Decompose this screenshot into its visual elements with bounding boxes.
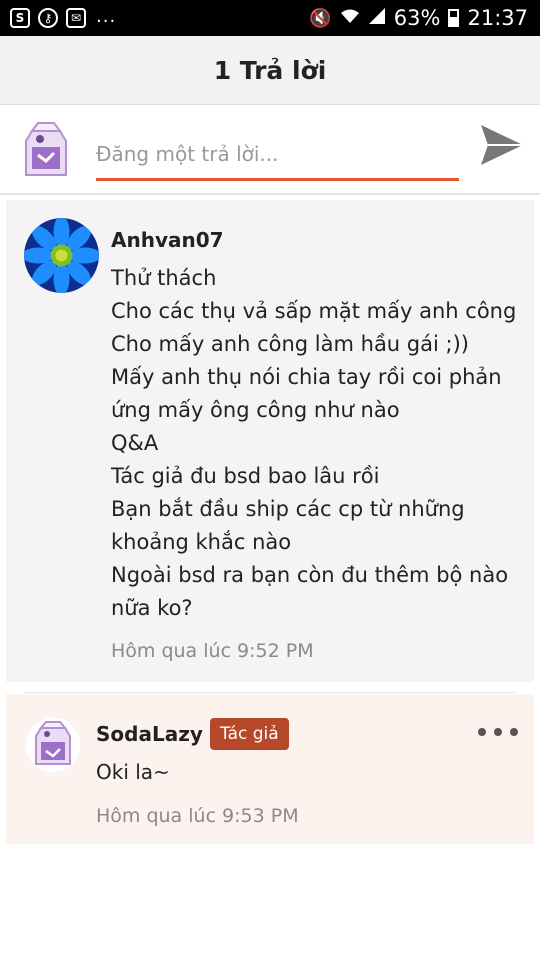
more-dot-icon — [494, 728, 502, 736]
comment-line: Mấy anh thụ nói chia tay rồi coi phản ứn… — [111, 365, 502, 422]
mail-icon: ✉ — [66, 8, 86, 28]
user-avatar — [22, 121, 70, 179]
comment-author[interactable]: Anhvan07 — [111, 228, 224, 252]
send-icon — [481, 125, 523, 165]
comment-line: Cho mấy anh công làm hầu gái ;)) — [111, 332, 469, 356]
send-button[interactable] — [478, 122, 526, 168]
mute-icon: 🔇 — [309, 7, 332, 29]
more-dot-icon — [478, 728, 486, 736]
reply-composer — [0, 105, 540, 195]
header: 1 Trả lời — [0, 36, 540, 105]
comment-timestamp: Hôm qua lúc 9:53 PM — [96, 805, 299, 827]
comment-line: Thử thách — [111, 266, 217, 290]
more-dot-icon — [510, 728, 518, 736]
more-notifications: ... — [96, 5, 117, 27]
reply-input[interactable] — [96, 129, 459, 181]
divider — [24, 692, 516, 693]
comment-body: Thử thách Cho các thụ vả sấp mặt mấy anh… — [111, 262, 521, 625]
page-title: 1 Trả lời — [213, 55, 327, 85]
comment-body: Oki la~ — [96, 760, 170, 784]
signal-icon — [368, 7, 386, 30]
author-badge: Tác giả — [210, 718, 289, 750]
status-bar: S ⚷ ✉ ... 🔇 63% 21:37 — [0, 0, 540, 36]
comment-line: Bạn bắt đầu ship các cp từ những khoảng … — [111, 497, 465, 554]
comment-line: Q&A — [111, 431, 159, 455]
comment-author[interactable]: SodaLazy — [96, 722, 203, 746]
comment-line: Ngoài bsd ra bạn còn đu thêm bộ nào nữa … — [111, 563, 509, 620]
battery-percent: 63% — [393, 6, 441, 30]
clock: 21:37 — [467, 6, 528, 30]
wifi-icon — [340, 7, 360, 30]
comment-timestamp: Hôm qua lúc 9:52 PM — [111, 640, 314, 662]
comment-line: Cho các thụ vả sấp mặt mấy anh công — [111, 299, 517, 323]
comment-item-author: SodaLazy Tác giả Oki la~ Hôm qua lúc 9:5… — [6, 694, 534, 844]
more-options-button[interactable] — [478, 722, 518, 742]
key-icon: ⚷ — [38, 8, 58, 28]
skype-icon: S — [10, 8, 30, 28]
comment-item: Anhvan07 Thử thách Cho các thụ vả sấp mặ… — [6, 200, 534, 682]
avatar[interactable] — [24, 218, 99, 293]
comment-line: Tác giả đu bsd bao lâu rồi — [111, 464, 380, 488]
avatar[interactable] — [24, 716, 82, 774]
battery-icon — [448, 9, 460, 27]
